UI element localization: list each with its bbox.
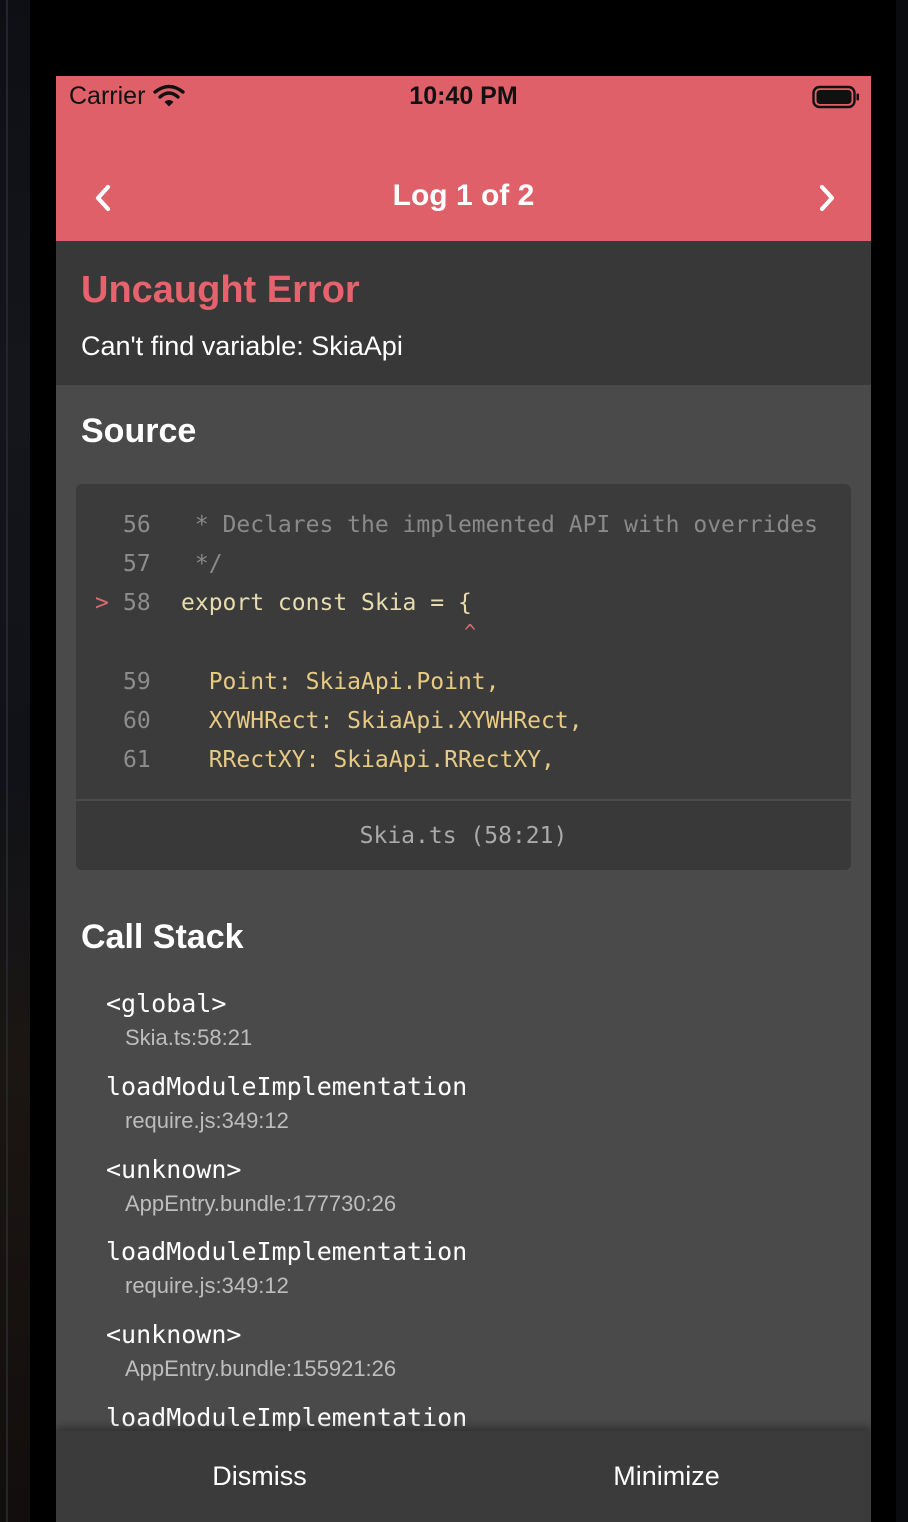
code-line-text: XYWHRect: SkiaApi.XYWHRect, <box>181 708 583 734</box>
code-line-text: RRectXY: SkiaApi.RRectXY, <box>181 747 555 773</box>
stack-frame-location: AppEntry.bundle:177730:26 <box>125 1191 397 1216</box>
stack-frame-location: require.js:349:12 <box>125 1108 289 1133</box>
code-location-footer[interactable]: Skia.ts (58:21) <box>76 799 851 870</box>
code-line: 56 * Declares the implemented API with o… <box>76 504 851 544</box>
stack-frame[interactable]: <unknown> AppEntry.bundle:155921:26 <box>106 1320 806 1382</box>
window-seam <box>6 0 8 1522</box>
log-header: Carrier 10:40 PM Log 1 of 2 <box>56 76 871 241</box>
desktop-background-right <box>896 0 908 1522</box>
minimize-button[interactable]: Minimize <box>463 1431 870 1522</box>
code-line-number: 56 <box>123 512 151 538</box>
battery-icon <box>812 85 860 114</box>
code-line-marker: > <box>95 590 109 616</box>
stack-frame[interactable]: <global> Skia.ts:58:21 <box>106 989 806 1051</box>
stack-frame-name: loadModuleImplementation <box>106 1072 468 1101</box>
source-heading: Source <box>81 412 197 450</box>
code-line-text: */ <box>181 551 223 577</box>
status-time: 10:40 PM <box>409 82 518 110</box>
error-message: Can't find variable: SkiaApi <box>81 331 403 361</box>
stack-frame-location: AppEntry.bundle:155921:26 <box>125 1356 397 1381</box>
code-line-number: 58 <box>123 590 151 616</box>
code-line-text: Point: SkiaApi.Point, <box>181 669 500 695</box>
code-line-number: 61 <box>123 747 151 773</box>
stack-frame-location: Skia.ts:58:21 <box>125 1025 253 1050</box>
code-line: 57 */ <box>76 543 851 583</box>
error-summary: Uncaught Error Can't find variable: Skia… <box>56 241 871 385</box>
stack-frame-name: <unknown> <box>106 1320 242 1349</box>
code-line-active: > 58 export const Skia = { <box>76 582 851 622</box>
stack-frame-name: <global> <box>106 989 227 1018</box>
code-location: Skia.ts (58:21) <box>359 823 568 849</box>
code-line-number: 59 <box>123 669 151 695</box>
page-title: Log 1 of 2 <box>392 179 535 212</box>
stack-frame-name: loadModuleImplementation <box>106 1237 468 1266</box>
stack-frame-location: require.js:349:12 <box>125 1273 289 1298</box>
dismiss-button[interactable]: Dismiss <box>56 1431 463 1522</box>
stack-frame[interactable]: <unknown> AppEntry.bundle:177730:26 <box>106 1155 806 1217</box>
code-line-text: * Declares the implemented API with over… <box>181 512 818 538</box>
call-stack-heading: Call Stack <box>81 918 244 956</box>
error-column-caret: ^ <box>464 620 477 644</box>
code-line-number: 57 <box>123 551 151 577</box>
code-line-number: 60 <box>123 708 151 734</box>
error-title: Uncaught Error <box>81 269 360 311</box>
code-line: 60 XYWHRect: SkiaApi.XYWHRect, <box>76 700 851 740</box>
code-line: 61 RRectXY: SkiaApi.RRectXY, <box>76 739 851 779</box>
code-line: 59 Point: SkiaApi.Point, <box>76 661 851 701</box>
code-frame[interactable]: 56 * Declares the implemented API with o… <box>76 484 851 870</box>
chevron-right-icon[interactable] <box>808 180 844 216</box>
stack-frame[interactable]: loadModuleImplementation require.js:349:… <box>106 1072 806 1134</box>
simulator-screen: Carrier 10:40 PM Log 1 of 2 Uncaught Err… <box>56 76 871 1522</box>
stack-frame-name: <unknown> <box>106 1155 242 1184</box>
stack-frame[interactable]: loadModuleImplementation require.js:349:… <box>106 1237 806 1299</box>
code-line-text: export const Skia = { <box>181 590 472 616</box>
desktop-background-left <box>0 0 30 1522</box>
bottom-action-bar: Dismiss Minimize <box>56 1431 871 1522</box>
